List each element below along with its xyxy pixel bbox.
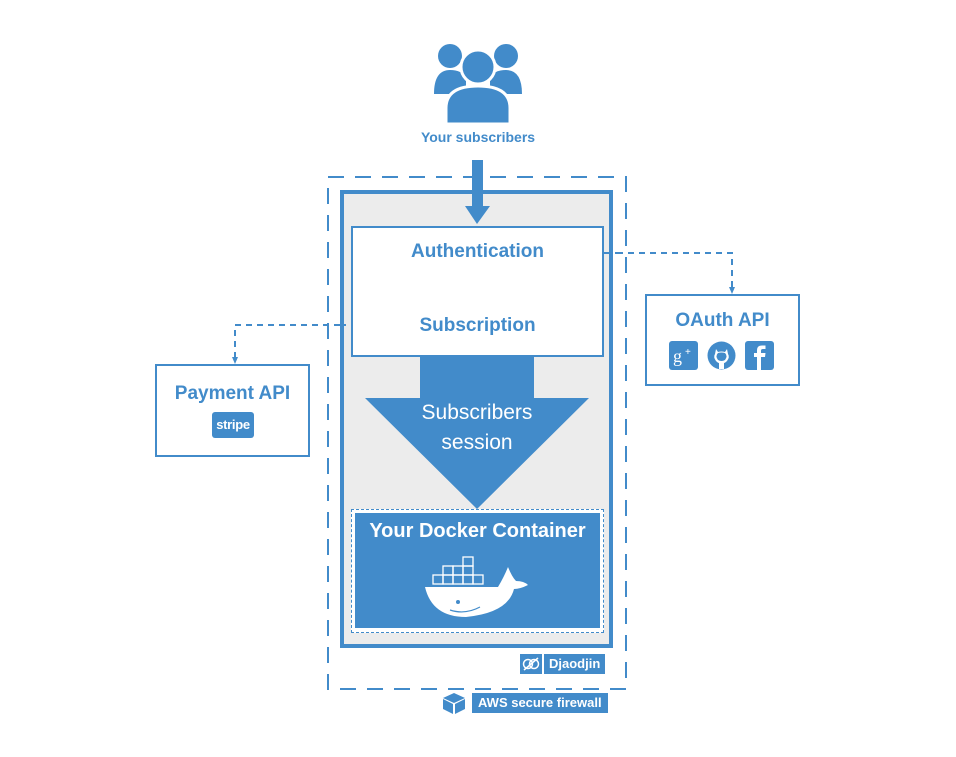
google-plus-icon: g +	[669, 341, 698, 370]
djaodjin-badge: Djaodjin	[520, 654, 606, 674]
aws-cube-icon	[443, 693, 465, 714]
svg-text:+: +	[685, 347, 691, 358]
facebook-icon	[745, 341, 774, 370]
djaodjin-label: Djaodjin	[544, 654, 606, 674]
session-label-line1: Subscribers	[421, 401, 533, 424]
payment-api-title: Payment API	[174, 383, 291, 404]
payment-api-box: Payment API stripe	[155, 364, 310, 457]
oauth-connector-arrow-down	[729, 287, 735, 294]
oauth-provider-icons: g +	[669, 341, 774, 370]
djaodjin-logo-icon	[520, 654, 542, 674]
oauth-api-title: OAuth API	[675, 310, 770, 331]
docker-container-title: Your Docker Container	[369, 520, 586, 542]
users-icon	[434, 44, 522, 126]
auth-subscription-box: Authentication Subscription	[351, 226, 604, 357]
svg-text:g: g	[673, 346, 682, 366]
github-icon	[707, 341, 736, 370]
aws-firewall-label: AWS secure firewall	[472, 693, 608, 713]
docker-whale-icon	[425, 556, 528, 617]
authentication-label: Authentication	[411, 241, 544, 262]
aws-firewall-badge: AWS secure firewall	[442, 692, 608, 714]
payment-connector-arrow-down	[232, 357, 238, 364]
session-label-line2: session	[441, 431, 513, 454]
oauth-api-box: OAuth API g +	[645, 294, 800, 386]
stripe-logo: stripe	[212, 412, 254, 438]
subscription-label: Subscription	[419, 315, 536, 336]
session-label: Subscribers session	[365, 398, 589, 458]
subscribers-label: Your subscribers	[420, 129, 536, 145]
